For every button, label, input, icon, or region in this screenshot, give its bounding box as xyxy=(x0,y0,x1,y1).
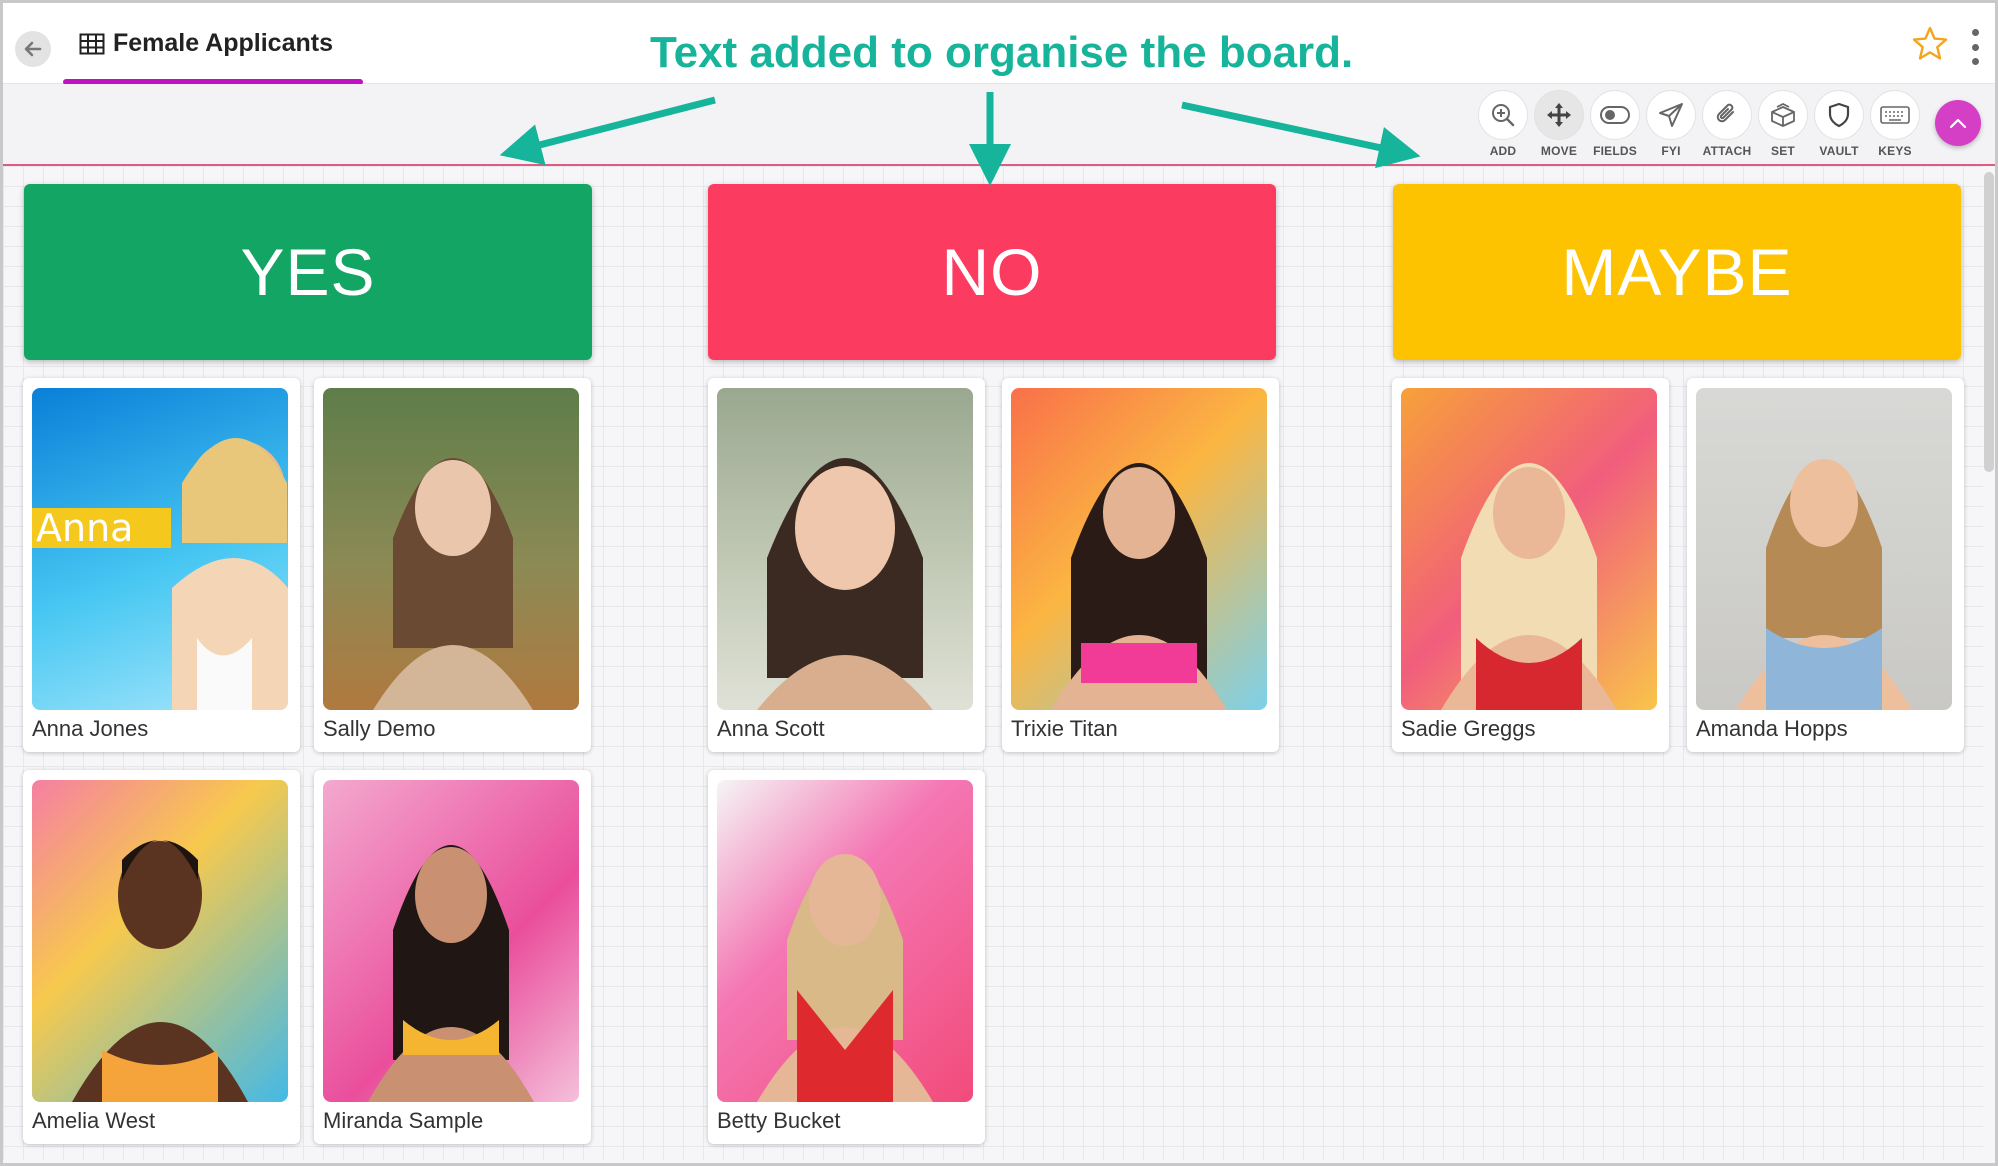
boxes-icon xyxy=(1771,102,1795,127)
tool-vault[interactable]: VAULT xyxy=(1814,90,1864,158)
arrow-left-icon xyxy=(24,41,42,57)
tool-set[interactable]: SET xyxy=(1758,90,1808,158)
applicant-card[interactable]: Amelia West xyxy=(23,770,300,1144)
applicant-name: Amanda Hopps xyxy=(1696,716,1848,741)
applicant-name: Sally Demo xyxy=(323,716,436,741)
star-icon[interactable] xyxy=(1911,25,1949,63)
applicant-photo xyxy=(1011,388,1267,710)
tool-label: SET xyxy=(1771,144,1795,158)
annotation-text: Text added to organise the board. xyxy=(650,28,1354,77)
keyboard-icon xyxy=(1880,106,1910,124)
applicant-photo xyxy=(717,388,973,710)
applicant-name: Betty Bucket xyxy=(717,1108,841,1133)
tool-fyi[interactable]: FYI xyxy=(1646,90,1696,158)
column-header-maybe[interactable]: MAYBE xyxy=(1393,184,1961,360)
applicant-name: Amelia West xyxy=(32,1108,156,1133)
applicant-photo xyxy=(1696,388,1952,710)
column-title: NO xyxy=(941,235,1043,309)
tool-label: FYI xyxy=(1661,144,1681,158)
column-title: YES xyxy=(240,235,376,309)
applicant-photo xyxy=(323,388,579,710)
applicant-card[interactable]: Miranda Sample xyxy=(314,770,591,1144)
applicant-photo xyxy=(32,780,288,1102)
applicant-card[interactable]: Anna Scott xyxy=(708,378,985,752)
applicant-photo xyxy=(1401,388,1657,710)
applicant-photo xyxy=(717,780,973,1102)
tool-move[interactable]: MOVE xyxy=(1534,90,1584,158)
column-title: MAYBE xyxy=(1561,235,1793,309)
toggle-icon xyxy=(1600,106,1630,124)
applicant-card[interactable]: Sally Demo xyxy=(314,378,591,752)
board-canvas: YES Anna Anna Jones Sally Demo Amelia We… xyxy=(3,166,1983,1160)
table-icon xyxy=(79,33,105,55)
applicant-card[interactable]: Sadie Greggs xyxy=(1392,378,1669,752)
tool-label: VAULT xyxy=(1819,144,1859,158)
applicant-name: Anna Jones xyxy=(32,716,149,741)
move-icon xyxy=(1547,103,1571,127)
toolbar: ADD MOVE FIELDS FYI ATTACH SET VAULT KEY… xyxy=(3,84,1995,166)
vertical-scrollbar[interactable] xyxy=(1984,172,1994,472)
more-options-icon[interactable] xyxy=(1971,29,1979,65)
tool-add[interactable]: ADD xyxy=(1478,90,1528,158)
photo-caption: Anna xyxy=(32,508,171,548)
tool-fields[interactable]: FIELDS xyxy=(1590,90,1640,158)
applicant-photo: Anna xyxy=(32,388,288,710)
applicant-photo xyxy=(323,780,579,1102)
column-header-yes[interactable]: YES xyxy=(24,184,592,360)
applicant-card[interactable]: Anna Anna Jones xyxy=(23,378,300,752)
applicant-card[interactable]: Trixie Titan xyxy=(1002,378,1279,752)
back-button[interactable] xyxy=(15,31,51,67)
paper-plane-icon xyxy=(1659,103,1683,127)
applicant-card[interactable]: Amanda Hopps xyxy=(1687,378,1964,752)
tab-title: Female Applicants xyxy=(113,29,333,57)
applicant-name: Sadie Greggs xyxy=(1401,716,1536,741)
tool-label: MOVE xyxy=(1540,144,1578,158)
applicant-card[interactable]: Betty Bucket xyxy=(708,770,985,1144)
paperclip-icon xyxy=(1716,103,1734,123)
applicant-name: Miranda Sample xyxy=(323,1108,484,1133)
tool-keys[interactable]: KEYS xyxy=(1870,90,1920,158)
applicant-name: Anna Scott xyxy=(717,716,825,741)
applicant-name: Trixie Titan xyxy=(1011,716,1118,741)
tab-female-applicants[interactable]: Female Applicants xyxy=(63,3,363,85)
tool-label: KEYS xyxy=(1878,144,1912,158)
shield-icon xyxy=(1828,102,1850,128)
collapse-button[interactable] xyxy=(1935,100,1981,146)
tool-attach[interactable]: ATTACH xyxy=(1702,90,1752,158)
chevron-up-icon xyxy=(1949,118,1967,129)
zoom-add-icon xyxy=(1492,104,1515,127)
tool-label: ATTACH xyxy=(1702,144,1752,158)
tool-label: FIELDS xyxy=(1593,144,1637,158)
tool-label: ADD xyxy=(1489,144,1517,158)
column-header-no[interactable]: NO xyxy=(708,184,1276,360)
